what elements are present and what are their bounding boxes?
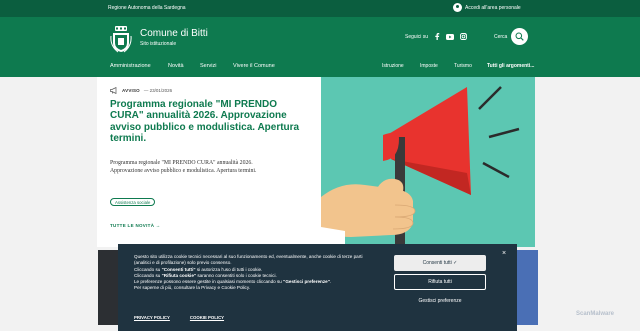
cookie-line-5: Per saperne di più, consultare la Privac… [134,285,251,291]
search-icon [515,32,524,41]
topic-chip[interactable]: Assistenza sociale [110,198,156,206]
crest-logo[interactable] [110,26,132,53]
close-icon[interactable]: × [502,250,506,257]
reject-all-button[interactable]: Rifiuta tutti [394,274,486,290]
site-title[interactable]: Comune di Bitti [140,28,208,39]
privacy-policy-link[interactable]: PRIVACY POLICY [134,315,170,320]
social-links: Seguici su [405,33,468,40]
news-date: — 23/01/2026 [143,88,173,93]
login-label: Accedi all'area personale [465,4,521,11]
nav-item-servizi[interactable]: Servizi [200,63,217,69]
news-category: AVVISO [122,88,140,93]
news-description: Programma regionale "MI PRENDO CURA" ann… [110,160,257,174]
site-subtitle: Sito istituzionale [140,41,177,47]
cookie-banner: Questo sito utilizza cookie tecnici nece… [118,244,517,331]
nav-item-imposte[interactable]: Imposte [420,63,438,69]
cookie-text: Questo sito utilizza cookie tecnici nece… [134,254,379,292]
all-news-link[interactable]: TUTTE LE NOVITÀ → [110,223,161,228]
search-button[interactable] [511,28,528,45]
watermark: ScanMalware [576,311,615,317]
user-icon [453,3,462,12]
cookie-line-1: Questo sito utilizza cookie tecnici nece… [134,254,363,266]
card-image-left [98,250,118,325]
news-title[interactable]: Programma regionale "MI PRENDO CURA" ann… [110,99,310,144]
megaphone-icon [110,87,117,94]
megaphone-illustration [321,86,520,247]
site-header: Comune di Bitti Sito istituzionale Segui… [0,17,640,77]
news-meta: AVVISO — 23/01/2026 [110,87,172,94]
card-image-right [516,250,538,325]
hero-image [321,77,535,247]
follow-label: Seguici su [405,33,429,40]
cookie-policy-link[interactable]: COOKIE POLICY [190,315,224,320]
nav-item-amministrazione[interactable]: Amministrazione [110,63,151,69]
nav-item-turismo[interactable]: Turismo [454,63,472,69]
region-link[interactable]: Regione Autonoma della Sardegna [108,5,186,11]
manage-preferences-button[interactable]: Gestisci preferenze [394,296,486,306]
cookie-policy-links: PRIVACY POLICY COOKIE POLICY [134,315,224,320]
youtube-icon[interactable] [446,33,455,40]
facebook-icon[interactable] [434,33,440,40]
accept-all-button[interactable]: Consenti tutti ✓ [394,255,486,271]
top-bar: Regione Autonoma della Sardegna Accedi a… [0,0,640,17]
instagram-icon[interactable] [460,33,468,40]
login-link[interactable]: Accedi all'area personale [453,3,521,12]
nav-item-istruzione[interactable]: Istruzione [382,63,404,69]
nav-item-all-topics[interactable]: Tutti gli argomenti... [487,63,534,69]
nav-item-vivere[interactable]: Vivere il Comune [233,63,275,69]
nav-item-novita[interactable]: Novità [168,63,184,69]
main-nav: Amministrazione Novità Servizi Vivere il… [0,58,640,77]
search-label: Cerca [494,34,508,40]
